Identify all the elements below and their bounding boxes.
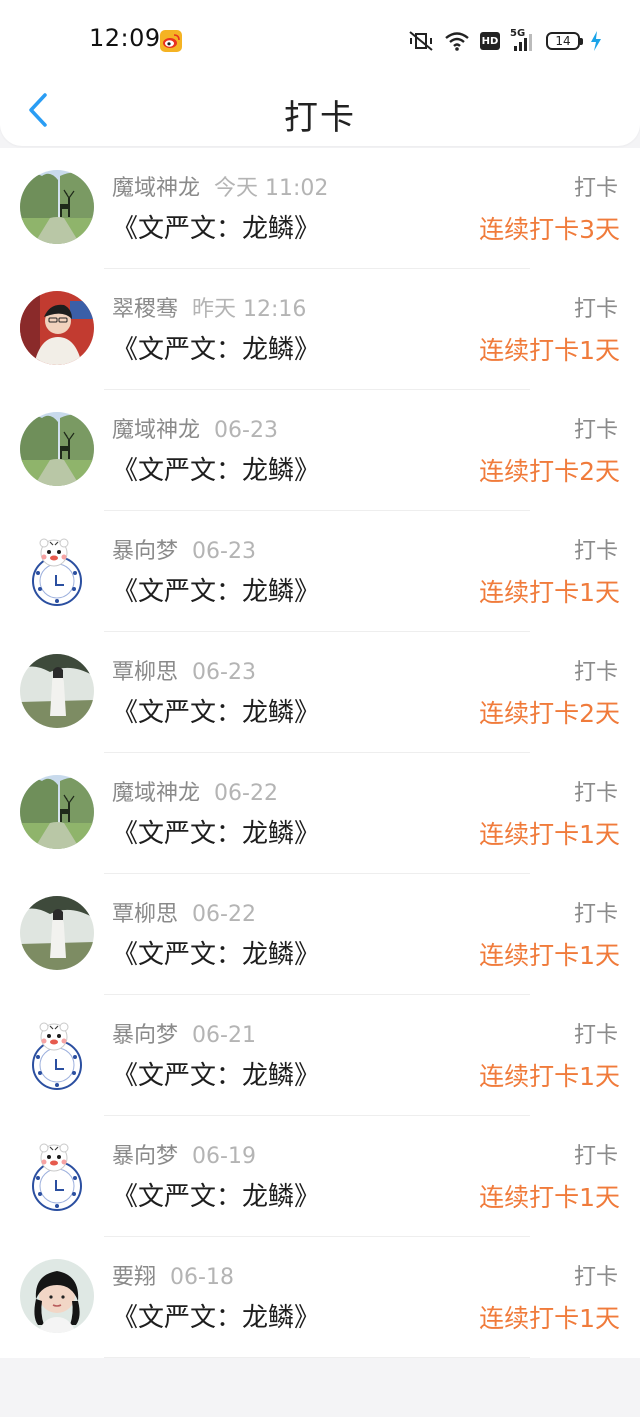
battery-icon: 14 xyxy=(546,32,583,50)
checkin-type: 打卡 xyxy=(573,1265,618,1290)
checkin-row[interactable]: 翠稷骞 昨天 12:16 《文严文：龙鳞》 打卡连续打卡1天 xyxy=(0,269,640,390)
username-text: 魔域神龙 xyxy=(112,176,201,201)
checkin-type: 打卡 xyxy=(573,660,618,685)
streak-badge: 连续打卡1天 xyxy=(479,1183,620,1212)
username-text: 魔域神龙 xyxy=(112,418,201,443)
streak-badge: 连续打卡1天 xyxy=(479,820,620,849)
streak-badge: 连续打卡1天 xyxy=(479,941,620,970)
book-title: 《文严文：龙鳞》 xyxy=(112,819,321,849)
status-bar: 12:09 HD 5G 14 xyxy=(0,0,640,80)
checkin-row[interactable]: 魔域神龙 06-22 《文严文：龙鳞》 打卡连续打卡1天 xyxy=(0,753,640,874)
username-text: 暴向梦 xyxy=(112,1023,179,1048)
page-title: 打卡 xyxy=(284,98,356,138)
username-text: 覃柳思 xyxy=(112,902,179,927)
signal-5g-icon: 5G xyxy=(510,28,536,52)
avatar[interactable] xyxy=(20,775,94,849)
checkin-row[interactable]: 魔域神龙 06-23 《文严文：龙鳞》 打卡连续打卡2天 xyxy=(0,390,640,511)
checkin-type: 打卡 xyxy=(573,1144,618,1169)
username-text: 暴向梦 xyxy=(112,1144,179,1169)
book-title: 《文严文：龙鳞》 xyxy=(112,1182,321,1212)
checkin-row[interactable]: 要翔 06-18 《文严文：龙鳞》 打卡连续打卡1天 xyxy=(0,1237,640,1358)
avatar[interactable] xyxy=(20,533,94,607)
username[interactable]: 魔域神龙 06-23 xyxy=(112,412,278,444)
checkin-type: 打卡 xyxy=(573,418,618,443)
checkin-type: 打卡 xyxy=(573,297,618,322)
streak-badge: 连续打卡1天 xyxy=(479,578,620,607)
username[interactable]: 翠稷骞 昨天 12:16 xyxy=(112,291,306,323)
username[interactable]: 魔域神龙 今天 11:02 xyxy=(112,170,328,202)
avatar[interactable] xyxy=(20,1017,94,1091)
top-header-card: 12:09 HD 5G 14 打卡 xyxy=(0,0,640,146)
username[interactable]: 暴向梦 06-23 xyxy=(112,533,256,565)
checkin-date: 06-19 xyxy=(192,1144,256,1169)
book-title: 《文严文：龙鳞》 xyxy=(112,577,321,607)
book-title: 《文严文：龙鳞》 xyxy=(112,335,321,365)
checkin-row[interactable]: 魔域神龙 今天 11:02 《文严文：龙鳞》 打卡连续打卡3天 xyxy=(0,148,640,269)
username-text: 覃柳思 xyxy=(112,660,179,685)
avatar[interactable] xyxy=(20,654,94,728)
checkin-type: 打卡 xyxy=(573,902,618,927)
checkin-row[interactable]: 暴向梦 06-21 《文严文：龙鳞》 打卡连续打卡1天 xyxy=(0,995,640,1116)
checkin-date: 06-21 xyxy=(192,1023,256,1048)
checkin-row[interactable]: 覃柳思 06-23 《文严文：龙鳞》 打卡连续打卡2天 xyxy=(0,632,640,753)
wifi-icon xyxy=(444,31,470,51)
checkin-date: 06-23 xyxy=(214,418,278,443)
charging-icon xyxy=(590,30,602,52)
avatar[interactable] xyxy=(20,170,94,244)
checkin-date: 06-18 xyxy=(170,1265,234,1290)
username[interactable]: 覃柳思 06-22 xyxy=(112,896,256,928)
avatar[interactable] xyxy=(20,412,94,486)
streak-badge: 连续打卡3天 xyxy=(479,215,620,244)
checkin-list: 魔域神龙 今天 11:02 《文严文：龙鳞》 打卡 连续打卡3天 翠稷骞 昨天 12:16… xyxy=(0,148,640,1358)
username[interactable]: 暴向梦 06-19 xyxy=(112,1138,256,1170)
username-text: 暴向梦 xyxy=(112,539,179,564)
avatar[interactable] xyxy=(20,291,94,365)
streak-badge: 连续打卡1天 xyxy=(479,1062,620,1091)
checkin-row[interactable]: 覃柳思 06-22 《文严文：龙鳞》 打卡连续打卡1天 xyxy=(0,874,640,995)
nav-bar: 打卡 xyxy=(0,80,640,146)
checkin-date: 06-23 xyxy=(192,539,256,564)
book-title: 《文严文：龙鳞》 xyxy=(112,214,321,244)
status-time: 12:09 xyxy=(89,24,161,52)
checkin-row[interactable]: 暴向梦 06-23 《文严文：龙鳞》 打卡连续打卡1天 xyxy=(0,511,640,632)
avatar[interactable] xyxy=(20,1259,94,1333)
streak-badge: 连续打卡1天 xyxy=(479,336,620,365)
username[interactable]: 覃柳思 06-23 xyxy=(112,654,256,686)
weibo-icon xyxy=(160,30,182,52)
checkin-type: 打卡 xyxy=(573,176,618,201)
vibrate-mute-icon xyxy=(408,30,434,52)
username[interactable]: 要翔 06-18 xyxy=(112,1259,234,1291)
checkin-type: 打卡 xyxy=(573,1023,618,1048)
checkin-date: 今天 11:02 xyxy=(214,176,329,201)
checkin-row[interactable]: 暴向梦 06-19 《文严文：龙鳞》 打卡连续打卡1天 xyxy=(0,1116,640,1237)
checkin-date: 06-23 xyxy=(192,660,256,685)
username[interactable]: 暴向梦 06-21 xyxy=(112,1017,256,1049)
hd-icon: HD xyxy=(480,32,500,50)
streak-badge: 连续打卡1天 xyxy=(479,1304,620,1333)
username-text: 要翔 xyxy=(112,1265,157,1290)
book-title: 《文严文：龙鳞》 xyxy=(112,1061,321,1091)
streak-badge: 连续打卡2天 xyxy=(479,699,620,728)
username-text: 翠稷骞 xyxy=(112,297,179,322)
checkin-type: 打卡 xyxy=(573,539,618,564)
book-title: 《文严文：龙鳞》 xyxy=(112,1303,321,1333)
checkin-date: 昨天 12:16 xyxy=(192,297,307,322)
book-title: 《文严文：龙鳞》 xyxy=(112,940,321,970)
streak-badge: 连续打卡2天 xyxy=(479,457,620,486)
status-icons: HD 5G 14 xyxy=(408,26,602,56)
avatar[interactable] xyxy=(20,1138,94,1212)
username[interactable]: 魔域神龙 06-22 xyxy=(112,775,278,807)
book-title: 《文严文：龙鳞》 xyxy=(112,698,321,728)
avatar[interactable] xyxy=(20,896,94,970)
divider xyxy=(104,1357,530,1358)
username-text: 魔域神龙 xyxy=(112,781,201,806)
checkin-date: 06-22 xyxy=(192,902,256,927)
checkin-date: 06-22 xyxy=(214,781,278,806)
book-title: 《文严文：龙鳞》 xyxy=(112,456,321,486)
checkin-type: 打卡 xyxy=(573,781,618,806)
